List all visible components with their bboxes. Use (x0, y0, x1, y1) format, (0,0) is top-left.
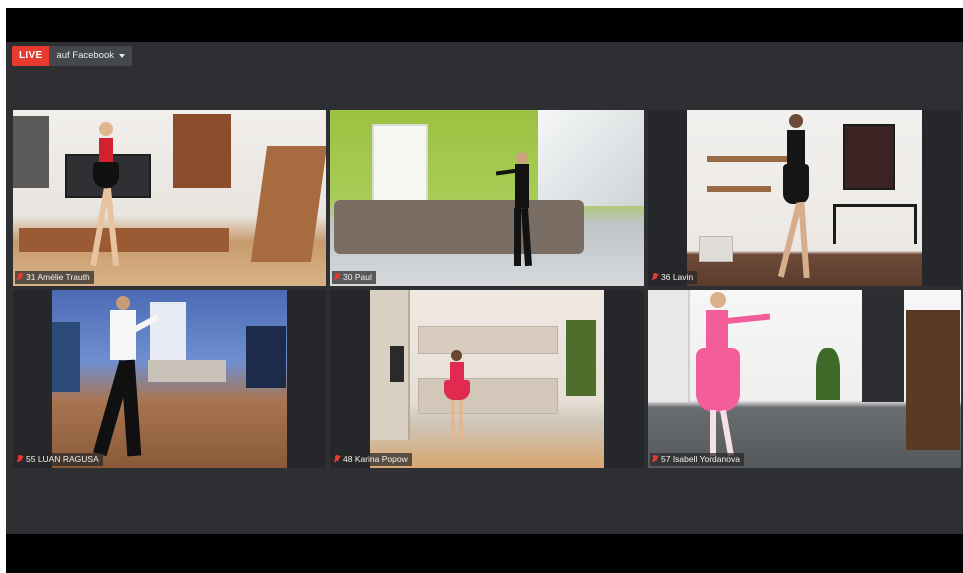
stream-destination-label: auf Facebook (56, 50, 115, 61)
dancer-figure (692, 292, 772, 462)
participant-name-label: 48 Karina Popow (332, 453, 412, 466)
participant-name: 30 Paul (343, 272, 372, 282)
video-feed (687, 110, 922, 286)
mic-muted-icon (334, 273, 340, 282)
dancer-figure (442, 350, 472, 442)
video-feed (370, 290, 604, 468)
video-feed (648, 290, 961, 468)
dancer-figure (93, 296, 160, 462)
mic-muted-icon (17, 273, 23, 282)
participant-name: 57 Isabell Yordanova (661, 454, 740, 464)
meeting-window: LIVE auf Facebook 31 Amélie Trauth 30 Pa… (6, 42, 963, 534)
dancer-figure (87, 122, 127, 272)
video-feed (52, 290, 287, 468)
participant-tile[interactable]: 57 Isabell Yordanova (648, 290, 961, 468)
participant-tile[interactable]: 36 Lavin (648, 110, 961, 286)
participant-name-label: 31 Amélie Trauth (15, 271, 94, 284)
participant-name: 36 Lavin (661, 272, 694, 282)
participant-tile[interactable]: 55 LUAN RAGUSA (13, 290, 326, 468)
mic-muted-icon (652, 455, 658, 464)
participant-name-label: 36 Lavin (650, 271, 698, 284)
video-feed (330, 110, 644, 286)
dancer-figure (495, 152, 540, 272)
participant-name: 48 Karina Popow (343, 454, 408, 464)
participant-tile[interactable]: 48 Karina Popow (330, 290, 644, 468)
mic-muted-icon (652, 273, 658, 282)
live-badge: LIVE (12, 46, 50, 66)
stream-destination-dropdown[interactable]: auf Facebook (49, 46, 133, 66)
mic-muted-icon (334, 455, 340, 464)
participant-tile[interactable]: 31 Amélie Trauth (13, 110, 326, 286)
broadcast-bar: LIVE auf Facebook (12, 46, 133, 66)
participant-tile[interactable]: 30 Paul (330, 110, 644, 286)
video-feed (13, 110, 326, 286)
participant-name-label: 57 Isabell Yordanova (650, 453, 744, 466)
participant-name: 55 LUAN RAGUSA (26, 454, 99, 464)
participant-name-label: 55 LUAN RAGUSA (15, 453, 103, 466)
participant-name-label: 30 Paul (332, 271, 376, 284)
dancer-figure (777, 114, 819, 280)
chevron-down-icon (119, 54, 126, 58)
mic-muted-icon (17, 455, 23, 464)
participant-name: 31 Amélie Trauth (26, 272, 90, 282)
